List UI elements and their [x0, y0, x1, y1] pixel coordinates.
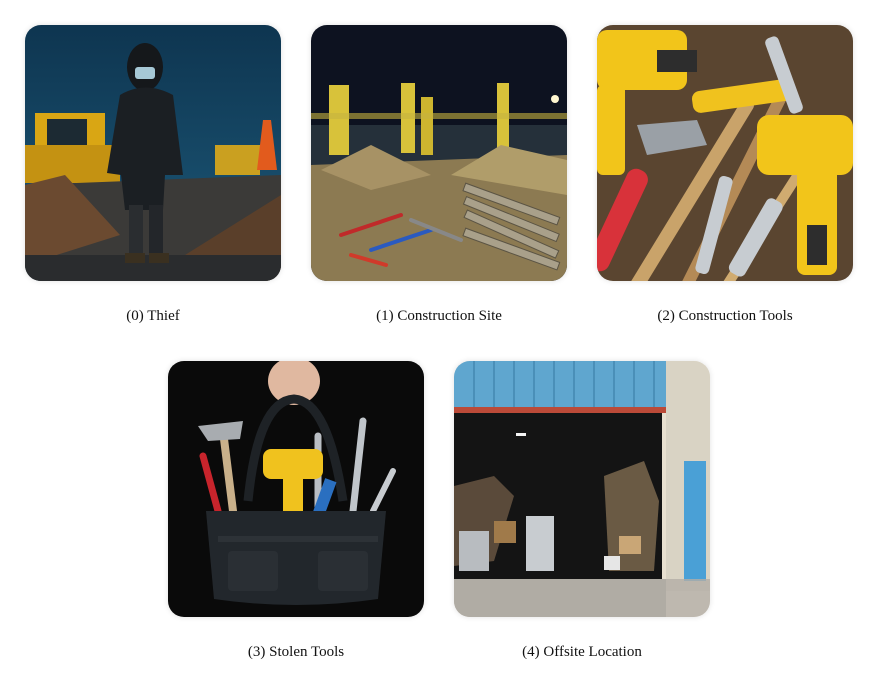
stolen-tools-image [168, 361, 424, 617]
construction-tools-image [597, 25, 853, 281]
construction-site-image [311, 25, 567, 281]
stolen-tools-caption: (3) Stolen Tools [247, 644, 345, 660]
thief-image [25, 25, 281, 281]
construction-site-caption: (1) Construction Site [376, 308, 502, 324]
thief-caption: (0) Thief [126, 308, 180, 324]
offsite-location-image [454, 361, 710, 617]
construction-tools-caption: (2) Construction Tools [657, 308, 793, 324]
offsite-location-caption: (4) Offsite Location [522, 644, 642, 660]
